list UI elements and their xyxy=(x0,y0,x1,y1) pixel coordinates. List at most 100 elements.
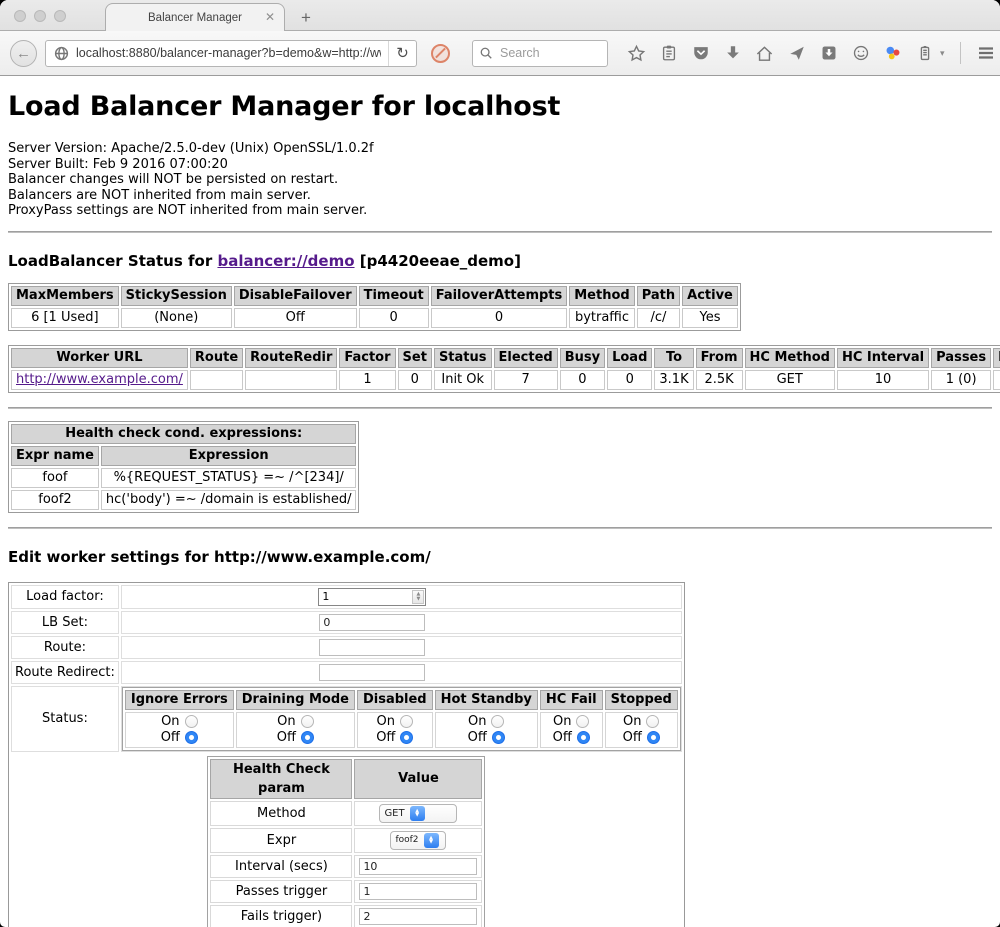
zoom-window-button[interactable] xyxy=(54,10,66,22)
col-disabled: Disabled xyxy=(357,690,433,710)
route-input[interactable] xyxy=(319,639,425,656)
hc-params-row: Health Check param Value Method GET ▲▼ xyxy=(11,754,682,927)
close-window-button[interactable] xyxy=(14,10,26,22)
draining-mode-off-radio[interactable] xyxy=(301,731,314,744)
select-stepper-icon: ▲▼ xyxy=(410,806,425,821)
menu-icon[interactable] xyxy=(976,43,997,64)
col-hc-param: Health Check param xyxy=(210,759,352,799)
route-row: Route: xyxy=(11,636,682,659)
col-hc-value: Value xyxy=(354,759,482,799)
adblock-disabled-icon[interactable] xyxy=(431,44,450,63)
hc-expr-row: foof2 hc('body') =~ /domain is establish… xyxy=(11,490,356,510)
hc-fail-on-radio[interactable] xyxy=(576,715,589,728)
url-text[interactable]: localhost:8880/balancer-manager?b=demo&w… xyxy=(76,46,381,60)
hc-expressions-title: Health check cond. expressions: xyxy=(11,424,356,444)
url-bar[interactable]: localhost:8880/balancer-manager?b=demo&w… xyxy=(45,40,417,67)
col-method: Method xyxy=(569,286,634,306)
divider xyxy=(8,527,992,529)
tab-title: Balancer Manager xyxy=(148,12,242,24)
battery-extension-icon[interactable] xyxy=(914,43,935,64)
edit-worker-heading: Edit worker settings for http://www.exam… xyxy=(8,548,992,566)
stopped-off-radio[interactable] xyxy=(647,731,660,744)
col-path: Path xyxy=(637,286,680,306)
load-factor-row: Load factor: ▲▼ xyxy=(11,585,682,609)
route-redirect-row: Route Redirect: xyxy=(11,661,682,684)
toolbar-separator xyxy=(960,42,961,64)
pocket-icon[interactable] xyxy=(690,43,711,64)
persist-notice-line: Balancer changes will NOT be persisted o… xyxy=(8,172,992,188)
balancer-status-row: 6 [1 Used] (None) Off 0 0 bytraffic /c/ … xyxy=(11,308,738,328)
route-redirect-input[interactable] xyxy=(319,664,425,681)
hc-passes-input[interactable] xyxy=(359,883,477,900)
hc-method-select[interactable]: GET ▲▼ xyxy=(379,804,457,823)
hot-standby-on-radio[interactable] xyxy=(491,715,504,728)
ignore-errors-on-radio[interactable] xyxy=(185,715,198,728)
status-options-table: Ignore Errors Draining Mode Disabled Hot… xyxy=(122,687,681,751)
page-title: Load Balancer Manager for localhost xyxy=(8,91,992,122)
worker-row: http://www.example.com/ 1 0 Init Ok 7 0 … xyxy=(11,370,1000,390)
col-worker-url: Worker URL xyxy=(11,348,188,368)
tab-bar: Balancer Manager ✕ + xyxy=(0,0,1000,30)
col-ignore-errors: Ignore Errors xyxy=(125,690,234,710)
tab-balancer-manager[interactable]: Balancer Manager ✕ xyxy=(105,3,285,31)
load-factor-label: Load factor: xyxy=(11,585,119,609)
page-content: Load Balancer Manager for localhost Serv… xyxy=(0,91,1000,927)
edit-worker-form: Load factor: ▲▼ LB Set: Route: Route Red… xyxy=(8,582,685,927)
col-hc-fail: HC Fail xyxy=(540,690,603,710)
bookmark-star-icon[interactable] xyxy=(626,43,647,64)
col-disablefailover: DisableFailover xyxy=(234,286,357,306)
hc-expr-row: foof %{REQUEST_STATUS} =~ /^[234]/ xyxy=(11,468,356,488)
health-check-params-table: Health Check param Value Method GET ▲▼ xyxy=(207,756,485,927)
loadbalancer-status-heading: LoadBalancer Status for balancer://demo … xyxy=(8,252,992,270)
search-bar[interactable] xyxy=(472,40,608,67)
home-icon[interactable] xyxy=(754,43,775,64)
lb-set-input[interactable] xyxy=(319,614,425,631)
disabled-off-radio[interactable] xyxy=(400,731,413,744)
status-row: Status: Ignore Errors Draining Mode Disa… xyxy=(11,686,682,752)
extension-download-icon[interactable] xyxy=(818,43,839,64)
draining-mode-on-radio[interactable] xyxy=(301,715,314,728)
worker-url-link[interactable]: http://www.example.com/ xyxy=(16,372,183,387)
col-stopped: Stopped xyxy=(605,690,678,710)
emoji-extension-icon[interactable] xyxy=(850,43,871,64)
hc-interval-input[interactable] xyxy=(359,858,477,875)
proxypass-notice-line: ProxyPass settings are NOT inherited fro… xyxy=(8,203,992,219)
colored-dots-extension-icon[interactable] xyxy=(882,43,903,64)
send-plane-icon[interactable] xyxy=(786,43,807,64)
tab-close-icon[interactable]: ✕ xyxy=(265,11,275,23)
toolbar-icon-row: ▾ xyxy=(626,42,1000,64)
divider xyxy=(8,407,992,409)
stopped-on-radio[interactable] xyxy=(646,715,659,728)
minimize-window-button[interactable] xyxy=(34,10,46,22)
hc-fails-input[interactable] xyxy=(359,908,477,925)
downloads-icon[interactable] xyxy=(722,43,743,64)
search-icon xyxy=(479,46,493,60)
lb-set-label: LB Set: xyxy=(11,611,119,634)
disabled-on-radio[interactable] xyxy=(400,715,413,728)
browser-window: Balancer Manager ✕ + ← localhost:8880/ba… xyxy=(0,0,1000,927)
reload-icon[interactable]: ↻ xyxy=(388,41,416,66)
hc-fail-off-radio[interactable] xyxy=(577,731,590,744)
clipboard-icon[interactable] xyxy=(658,43,679,64)
ignore-errors-off-radio[interactable] xyxy=(185,731,198,744)
number-spinner-icon[interactable]: ▲▼ xyxy=(412,590,424,604)
server-version-line: Server Version: Apache/2.5.0-dev (Unix) … xyxy=(8,141,992,157)
col-expression: Expression xyxy=(101,446,357,466)
hot-standby-off-radio[interactable] xyxy=(492,731,505,744)
hc-expressions-table: Health check cond. expressions: Expr nam… xyxy=(8,421,359,513)
col-failoverattempts: FailoverAttempts xyxy=(431,286,568,306)
balancer-status-table: MaxMembers StickySession DisableFailover… xyxy=(8,283,741,331)
status-label: Status: xyxy=(11,686,119,752)
worker-table: Worker URL Route RouteRedir Factor Set S… xyxy=(8,345,1000,393)
search-input[interactable] xyxy=(498,45,588,61)
load-factor-input[interactable]: ▲▼ xyxy=(318,588,426,606)
new-tab-button[interactable]: + xyxy=(301,9,311,26)
load-factor-field[interactable] xyxy=(319,589,411,605)
back-button[interactable]: ← xyxy=(10,40,37,67)
server-built-line: Server Built: Feb 9 2016 07:00:20 xyxy=(8,157,992,173)
col-hot-standby: Hot Standby xyxy=(435,690,538,710)
hc-expr-label: Expr xyxy=(210,828,352,853)
chevron-down-icon[interactable]: ▾ xyxy=(940,48,945,59)
balancer-demo-link[interactable]: balancer://demo xyxy=(217,252,354,270)
hc-expr-select[interactable]: foof2 ▲▼ xyxy=(390,831,446,850)
